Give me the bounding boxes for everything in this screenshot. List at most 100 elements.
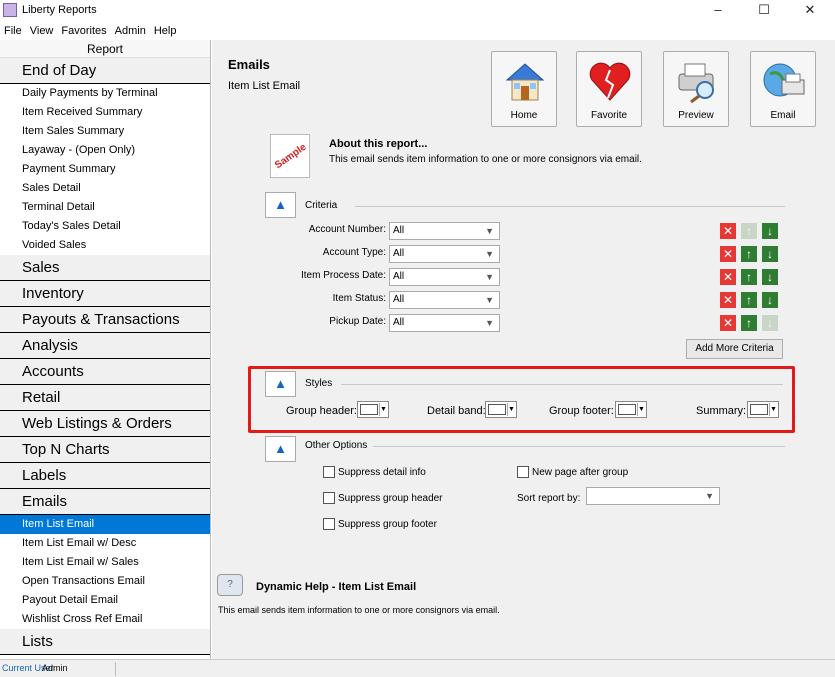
sidebar-header: Report bbox=[0, 40, 210, 58]
add-more-criteria-button[interactable]: Add More Criteria bbox=[686, 339, 783, 359]
menu-admin[interactable]: Admin bbox=[111, 22, 150, 40]
other-options-collapse-button[interactable]: ▲ bbox=[265, 436, 296, 462]
detail-band-color-picker[interactable]: ▼ bbox=[485, 401, 517, 418]
delete-criteria-icon[interactable]: ✕ bbox=[720, 246, 736, 262]
sidebar-item[interactable]: Item List Email bbox=[0, 515, 210, 534]
summary-color-picker[interactable]: ▼ bbox=[747, 401, 779, 418]
criteria-row-value: All bbox=[393, 225, 405, 236]
sidebar-category[interactable]: Inventory bbox=[0, 281, 210, 307]
preview-label: Preview bbox=[678, 110, 714, 121]
move-up-icon[interactable]: ↑ bbox=[741, 269, 757, 285]
sidebar-category[interactable]: Labels bbox=[0, 463, 210, 489]
menu-favorites[interactable]: Favorites bbox=[57, 22, 110, 40]
sidebar-category[interactable]: Analysis bbox=[0, 333, 210, 359]
sort-report-by-select[interactable]: ▼ bbox=[586, 487, 720, 505]
suppress-group-footer-checkbox[interactable] bbox=[323, 518, 335, 530]
styles-collapse-button[interactable]: ▲ bbox=[265, 371, 296, 397]
sidebar-category[interactable]: Sales bbox=[0, 255, 210, 281]
sample-report-icon: Sample bbox=[270, 134, 310, 178]
sidebar-category[interactable]: Retail bbox=[0, 385, 210, 411]
criteria-label: Criteria bbox=[305, 200, 338, 211]
move-down-icon[interactable]: ↓ bbox=[762, 269, 778, 285]
criteria-row-select[interactable]: All ▼ bbox=[389, 222, 500, 240]
criteria-row-value: All bbox=[393, 248, 405, 259]
menu-bar: File View Favorites Admin Help bbox=[0, 22, 835, 40]
criteria-row-label: Item Status: bbox=[332, 293, 386, 304]
maximize-button[interactable]: ☐ bbox=[741, 0, 787, 22]
sidebar-category[interactable]: End of Day bbox=[0, 58, 210, 84]
criteria-row-value: All bbox=[393, 271, 405, 282]
sidebar-item[interactable]: Payout Detail Email bbox=[0, 591, 210, 610]
sidebar-item[interactable]: Terminal Detail bbox=[0, 198, 210, 217]
delete-criteria-icon[interactable]: ✕ bbox=[720, 292, 736, 308]
sidebar-item[interactable]: Voided Sales bbox=[0, 236, 210, 255]
dynamic-help-description: This email sends item information to one… bbox=[218, 605, 500, 615]
sample-stamp: Sample bbox=[273, 141, 309, 172]
sidebar-item[interactable]: Layaway - (Open Only) bbox=[0, 141, 210, 160]
styles-divider bbox=[341, 384, 783, 385]
window-title: Liberty Reports bbox=[22, 4, 97, 16]
menu-file[interactable]: File bbox=[0, 22, 26, 40]
sidebar-item[interactable]: Daily Payments by Terminal bbox=[0, 84, 210, 103]
move-up-icon[interactable]: ↑ bbox=[741, 292, 757, 308]
favorite-label: Favorite bbox=[590, 110, 628, 121]
move-down-icon[interactable]: ↓ bbox=[762, 223, 778, 239]
delete-criteria-icon[interactable]: ✕ bbox=[720, 223, 736, 239]
criteria-collapse-button[interactable]: ▲ bbox=[265, 192, 296, 218]
sidebar-category[interactable]: Top N Charts bbox=[0, 437, 210, 463]
minimize-button[interactable]: – bbox=[695, 0, 741, 22]
suppress-group-header-label: Suppress group header bbox=[338, 493, 443, 504]
move-down-icon[interactable]: ↓ bbox=[762, 292, 778, 308]
criteria-divider bbox=[355, 206, 785, 207]
sidebar-list: End of Day Daily Payments by Terminal Item… bbox=[0, 58, 210, 655]
sidebar-item[interactable]: Item Received Summary bbox=[0, 103, 210, 122]
criteria-row-select[interactable]: All ▼ bbox=[389, 268, 500, 286]
delete-criteria-icon[interactable]: ✕ bbox=[720, 315, 736, 331]
sidebar-item[interactable]: Payment Summary bbox=[0, 160, 210, 179]
favorite-button[interactable]: Favorite bbox=[576, 51, 642, 127]
close-button[interactable]: ✕ bbox=[787, 0, 833, 22]
move-down-icon[interactable]: ↓ bbox=[762, 246, 778, 262]
suppress-detail-label: Suppress detail info bbox=[338, 467, 426, 478]
delete-criteria-icon[interactable]: ✕ bbox=[720, 269, 736, 285]
chevron-down-icon: ▼ bbox=[485, 226, 494, 236]
other-options-divider bbox=[373, 446, 785, 447]
chevron-down-icon: ▼ bbox=[485, 249, 494, 259]
group-header-color-picker[interactable]: ▼ bbox=[357, 401, 389, 418]
suppress-detail-checkbox[interactable] bbox=[323, 466, 335, 478]
email-button[interactable]: Email bbox=[750, 51, 816, 127]
criteria-row-select[interactable]: All ▼ bbox=[389, 291, 500, 309]
sidebar-item[interactable]: Item Sales Summary bbox=[0, 122, 210, 141]
sidebar-category[interactable]: Accounts bbox=[0, 359, 210, 385]
sidebar-item[interactable]: Wishlist Cross Ref Email bbox=[0, 610, 210, 629]
menu-help[interactable]: Help bbox=[150, 22, 181, 40]
sidebar-item[interactable]: Open Transactions Email bbox=[0, 572, 210, 591]
sidebar-category[interactable]: Payouts & Transactions bbox=[0, 307, 210, 333]
sidebar-item[interactable]: Today's Sales Detail bbox=[0, 217, 210, 236]
criteria-row-select[interactable]: All ▼ bbox=[389, 245, 500, 263]
sidebar-item[interactable]: Item List Email w/ Desc bbox=[0, 534, 210, 553]
suppress-group-header-checkbox[interactable] bbox=[323, 492, 335, 504]
sidebar-category[interactable]: Web Listings & Orders bbox=[0, 411, 210, 437]
home-button[interactable]: Home bbox=[491, 51, 557, 127]
favorite-icon bbox=[589, 62, 631, 101]
move-up-icon[interactable]: ↑ bbox=[741, 246, 757, 262]
new-page-after-group-checkbox[interactable] bbox=[517, 466, 529, 478]
sidebar-category[interactable]: Lists bbox=[0, 629, 210, 655]
chevron-down-icon: ▼ bbox=[485, 272, 494, 282]
group-header-label: Group header: bbox=[286, 405, 357, 417]
sidebar-item[interactable]: Sales Detail bbox=[0, 179, 210, 198]
move-up-icon[interactable]: ↑ bbox=[741, 315, 757, 331]
criteria-row-value: All bbox=[393, 317, 405, 328]
page-title: Emails bbox=[228, 57, 270, 72]
group-footer-color-picker[interactable]: ▼ bbox=[615, 401, 647, 418]
about-description: This email sends item information to one… bbox=[329, 154, 642, 165]
new-page-after-group-label: New page after group bbox=[532, 467, 629, 478]
email-icon bbox=[763, 63, 805, 97]
dynamic-help-title: Dynamic Help - Item List Email bbox=[256, 581, 417, 593]
criteria-row-select[interactable]: All ▼ bbox=[389, 314, 500, 332]
menu-view[interactable]: View bbox=[26, 22, 58, 40]
sidebar-category[interactable]: Emails bbox=[0, 489, 210, 515]
sidebar-item[interactable]: Item List Email w/ Sales bbox=[0, 553, 210, 572]
preview-button[interactable]: Preview bbox=[663, 51, 729, 127]
